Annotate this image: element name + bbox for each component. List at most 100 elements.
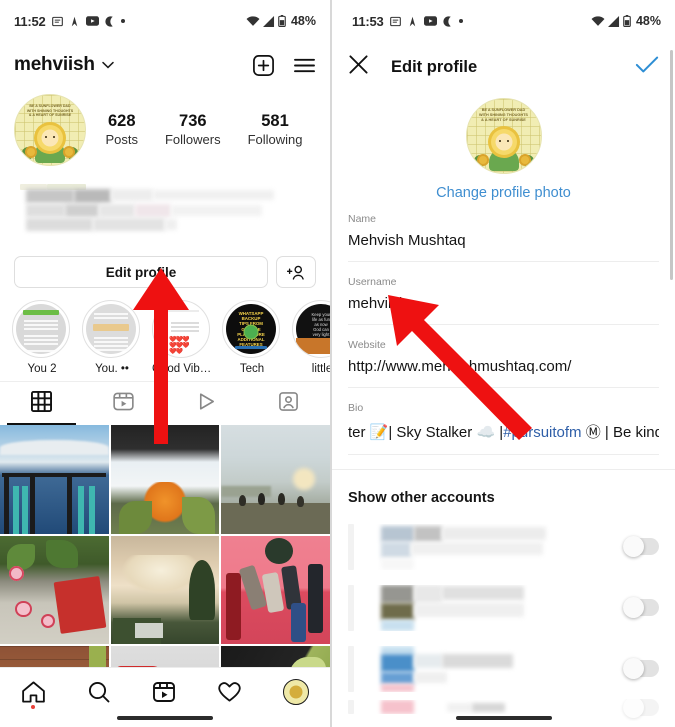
edit-profile-header: Edit profile <box>332 42 675 92</box>
left-phone-screen: 11:52 48% mehviish BE A SUNFLOWER DAD WI… <box>0 0 331 727</box>
highlight-label: Tech <box>239 363 265 375</box>
account-info-blurred <box>348 645 623 692</box>
section-divider <box>332 469 675 478</box>
profile-header-bar: mehviish <box>0 42 330 88</box>
highlight-item[interactable]: You 2 <box>12 300 72 375</box>
name-field[interactable]: Name Mehvish Mushtaq <box>348 213 659 262</box>
grid-photo-sunset-clouds[interactable] <box>110 535 220 645</box>
posts-label: Posts <box>105 132 138 148</box>
profile-stats-row: BE A SUNFLOWER DAD WITH SHINING THOUGHTS &… <box>0 88 330 170</box>
reels-icon <box>113 391 134 417</box>
avatar[interactable]: BE A SUNFLOWER DAD WITH SHINING THOUGHTS &… <box>465 98 542 174</box>
account-toggle-3[interactable] <box>623 658 659 679</box>
home-gesture-bar <box>117 716 213 720</box>
bio-field-label: Bio <box>348 402 364 414</box>
account-info-blurred <box>348 700 623 714</box>
tab-tagged[interactable] <box>248 382 331 425</box>
tab-reels[interactable] <box>83 382 166 425</box>
dot-icon <box>120 19 125 23</box>
profile-avatar-icon[interactable] <box>283 678 310 705</box>
highlight-thumbnail: ❤️❤️❤️ ❤️❤️❤️ ❤️❤️ <box>152 300 210 358</box>
crescent-moon-icon <box>104 15 115 27</box>
wifi-icon <box>591 15 605 27</box>
account-info-blurred <box>348 523 623 570</box>
status-bar-right: 11:53 48% <box>332 0 675 42</box>
highlight-label: little <box>311 363 330 375</box>
hamburger-menu-icon[interactable] <box>293 56 316 75</box>
reels-icon[interactable] <box>152 680 176 704</box>
play-triangle-icon <box>196 391 217 417</box>
stat-posts[interactable]: 628 Posts <box>105 111 138 150</box>
battery-icon <box>278 15 286 27</box>
plus-square-icon[interactable] <box>252 54 275 77</box>
tab-grid[interactable] <box>0 382 83 425</box>
dual-screenshot: 11:52 48% mehviish BE A SUNFLOWER DAD WI… <box>0 0 675 727</box>
bio-field[interactable]: Bio ter 📝| Sky Stalker ☁️ |#pursuitofm Ⓜ… <box>348 402 659 455</box>
avatar[interactable]: BE A SUNFLOWER DAD WITH SHINING THOUGHTS &… <box>14 94 86 166</box>
following-count: 581 <box>261 111 289 130</box>
highlight-item[interactable]: ❤️❤️❤️ ❤️❤️❤️ ❤️❤️ Good Vibes O... <box>152 300 212 375</box>
status-time: 11:52 <box>14 13 46 29</box>
grid-photo-pink-flowers-book[interactable] <box>0 535 109 645</box>
grid-photo-misty-lake-birds[interactable] <box>221 425 330 534</box>
grid-photo-phones-flatlay[interactable] <box>221 535 330 645</box>
search-icon[interactable] <box>87 680 111 704</box>
bio-hashtag: #pursuitofm <box>503 424 582 441</box>
page-title: Edit profile <box>391 57 478 76</box>
story-highlights: You 2 You. •• ❤️❤️❤️ ❤️❤️❤️ ❤️❤️ Good Vi… <box>0 288 330 381</box>
stat-followers[interactable]: 736 Followers <box>165 111 221 150</box>
status-time: 11:53 <box>352 13 384 29</box>
youtube-icon <box>423 16 437 26</box>
account-toggle-1[interactable] <box>623 536 659 557</box>
username-field-label: Username <box>348 276 397 288</box>
highlight-item[interactable]: You. •• <box>82 300 142 375</box>
tab-video[interactable] <box>165 382 248 425</box>
highlight-thumbnail <box>82 300 140 358</box>
grid-photo-orange-flower-snow[interactable] <box>110 425 220 534</box>
battery-icon <box>623 15 631 27</box>
username-field-value[interactable]: mehviish <box>348 295 659 319</box>
website-field-value[interactable]: http://www.mehvishmushtaq.com/ <box>348 358 659 382</box>
checkmark-icon[interactable] <box>635 55 659 79</box>
account-username[interactable]: mehviish <box>14 54 95 76</box>
home-icon[interactable] <box>21 680 46 709</box>
battery-percent: 48% <box>290 14 316 28</box>
right-phone-screen: 11:53 48% Edit profile BE A SUNFLOWER DA… <box>331 0 675 727</box>
chevron-down-icon[interactable] <box>102 56 114 74</box>
battery-percent: 48% <box>635 14 661 28</box>
bottom-navigation-bar <box>0 667 330 727</box>
profile-actions: Edit profile <box>0 242 330 288</box>
signal-icon <box>263 15 275 27</box>
highlight-item[interactable]: WHATSAPP BACKUPTIPS FROM GOOGLEPLAY STOR… <box>222 300 282 375</box>
tagged-person-icon <box>278 391 299 417</box>
account-row-1[interactable] <box>332 516 675 577</box>
bio-field-value[interactable]: ter 📝| Sky Stalker ☁️ |#pursuitofm Ⓜ | B… <box>348 421 659 449</box>
wifi-icon <box>246 15 260 27</box>
grid-icon <box>30 390 52 417</box>
fitness-icon <box>69 16 80 27</box>
stat-following[interactable]: 581 Following <box>248 111 303 150</box>
name-field-value[interactable]: Mehvish Mushtaq <box>348 232 659 256</box>
vertical-scrollbar[interactable] <box>670 50 673 280</box>
account-toggle-2[interactable] <box>623 597 659 618</box>
grid-photo-lake-mountain-fence[interactable] <box>0 425 109 534</box>
status-bar-left: 11:52 48% <box>0 0 330 42</box>
close-x-icon[interactable] <box>348 54 369 80</box>
highlight-label: You 2 <box>27 363 57 375</box>
highlight-thumbnail: Keep your life as fun as now God can very li… <box>292 300 330 358</box>
crescent-moon-icon <box>442 15 453 27</box>
youtube-icon <box>85 16 99 26</box>
username-field[interactable]: Username mehviish <box>348 276 659 325</box>
account-row-2[interactable] <box>332 577 675 638</box>
home-badge-dot <box>31 704 36 709</box>
add-person-icon[interactable] <box>276 256 316 288</box>
account-row-3[interactable] <box>332 638 675 699</box>
change-profile-photo-link[interactable]: Change profile photo <box>332 185 675 201</box>
edit-profile-button[interactable]: Edit profile <box>14 256 268 288</box>
highlight-item[interactable]: Keep your life as fun as now God can very li… <box>292 300 330 375</box>
news-icon <box>389 16 401 27</box>
name-field-label: Name <box>348 213 377 225</box>
account-toggle-4[interactable] <box>623 699 659 718</box>
website-field[interactable]: Website http://www.mehvishmushtaq.com/ <box>348 339 659 388</box>
heart-icon[interactable] <box>217 680 242 703</box>
